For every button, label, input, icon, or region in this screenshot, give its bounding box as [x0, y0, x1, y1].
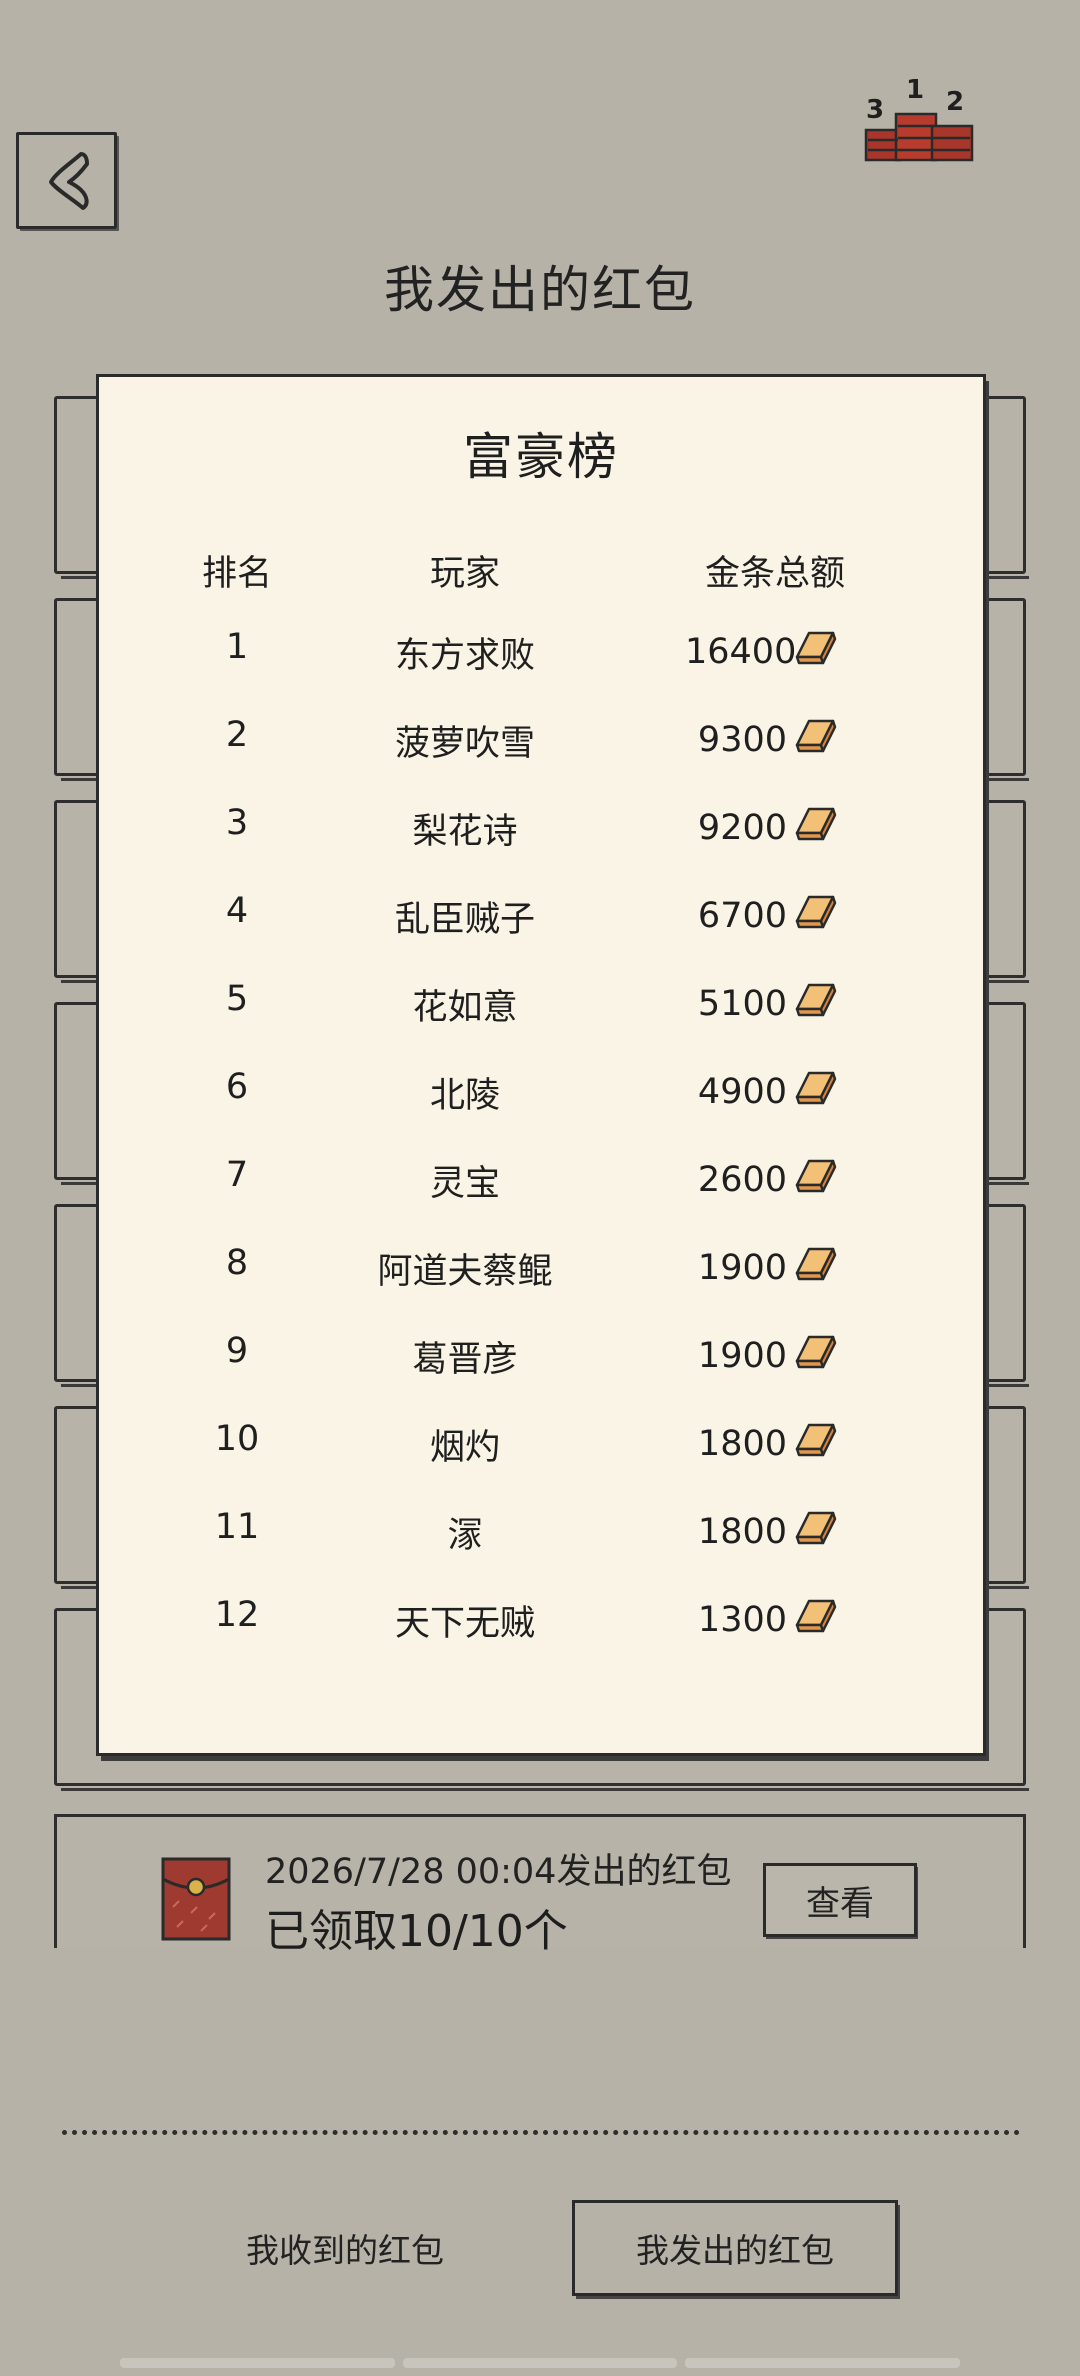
- row-amount-value: 1800: [697, 1511, 787, 1552]
- row-amount: 1800: [685, 1419, 945, 1468]
- row-amount-value: 1800: [697, 1423, 787, 1464]
- leaderboard-row: 11 溕 1800: [99, 1507, 983, 1567]
- leaderboard-title: 富豪榜: [463, 428, 619, 486]
- row-rank: 7: [225, 1155, 249, 1195]
- row-amount: 4900: [685, 1067, 945, 1116]
- row-amount: 6700: [685, 891, 945, 940]
- row-player: 阿道夫蔡鲲: [377, 1252, 553, 1292]
- leaderboard-row: 1 东方求败 16400: [99, 627, 983, 687]
- leaderboard-row: 12 天下无贼 1300: [99, 1595, 983, 1655]
- row-amount-value: 6700: [697, 895, 787, 936]
- record-claimed-count: 已领取10/10个: [265, 1906, 568, 1957]
- gold-bar-icon: [793, 1067, 837, 1116]
- row-rank: 12: [214, 1595, 260, 1635]
- row-player: 东方求败: [394, 636, 535, 676]
- leaderboard-row: 7 灵宝 2600: [99, 1155, 983, 1215]
- row-amount-value: 16400: [685, 631, 797, 672]
- tab-sent[interactable]: 我发出的红包: [572, 2200, 898, 2296]
- row-player: 溕: [447, 1516, 483, 1556]
- row-amount: 16400: [685, 627, 945, 676]
- row-player: 葛晋彦: [412, 1340, 518, 1380]
- row-rank: 1: [225, 627, 249, 667]
- leaderboard-header: 排名 玩家 金条总额: [99, 545, 983, 605]
- row-amount: 9200: [685, 803, 945, 852]
- gold-bar-icon: [793, 1155, 837, 1204]
- back-button[interactable]: [16, 132, 117, 229]
- row-amount: 9300: [685, 715, 945, 764]
- row-rank: 11: [214, 1507, 260, 1547]
- row-rank: 10: [214, 1419, 260, 1459]
- leaderboard-row: 5 花如意 5100: [99, 979, 983, 1039]
- row-amount-value: 1300: [697, 1599, 787, 1640]
- row-amount-value: 1900: [697, 1247, 787, 1288]
- gold-bar-icon: [793, 627, 837, 676]
- rank-icon-number-1: 1: [906, 75, 924, 105]
- rank-icon-number-2: 2: [946, 87, 964, 117]
- leaderboard-row: 8 阿道夫蔡鲲 1900: [99, 1243, 983, 1303]
- row-amount: 1900: [685, 1243, 945, 1292]
- leaderboard-icon[interactable]: 3 1 2: [862, 70, 978, 170]
- row-rank: 2: [225, 715, 249, 755]
- row-rank: 4: [225, 891, 249, 931]
- row-amount: 2600: [685, 1155, 945, 1204]
- row-amount: 1800: [685, 1507, 945, 1556]
- row-rank: 9: [225, 1331, 249, 1371]
- row-rank: 6: [225, 1067, 249, 1107]
- row-player: 乱臣贼子: [394, 900, 535, 940]
- row-player: 天下无贼: [394, 1604, 535, 1644]
- leaderboard-row: 9 葛晋彦 1900: [99, 1331, 983, 1391]
- red-packet-record: 2026/7/28 00:04发出的红包 已领取10/10个 查看: [54, 1814, 1026, 1957]
- home-indicator: [120, 2358, 961, 2368]
- row-rank: 3: [225, 803, 249, 843]
- row-amount-value: 4900: [697, 1071, 787, 1112]
- gold-bar-icon: [793, 715, 837, 764]
- row-player: 灵宝: [429, 1164, 500, 1204]
- row-player: 菠萝吹雪: [394, 724, 535, 764]
- leaderboard-row: 10 烟灼 1800: [99, 1419, 983, 1479]
- row-player: 烟灼: [429, 1428, 500, 1468]
- gold-bar-icon: [793, 1243, 837, 1292]
- chevron-left-icon: [48, 151, 89, 210]
- column-rank: 排名: [201, 554, 272, 594]
- page-title: 我发出的红包: [384, 261, 696, 319]
- row-amount: 1900: [685, 1331, 945, 1380]
- leaderboard-panel: 富豪榜 排名 玩家 金条总额 1 东方求败 16400 2 菠萝吹雪 9300 3 梨花诗 92…: [96, 374, 986, 1756]
- gold-bar-icon: [793, 891, 837, 940]
- leaderboard-row: 3 梨花诗 9200: [99, 803, 983, 863]
- gold-bar-icon: [793, 1331, 837, 1380]
- row-amount: 1300: [685, 1595, 945, 1644]
- tab-received[interactable]: 我收到的红包: [182, 2200, 508, 2296]
- gold-bar-icon: [793, 1419, 837, 1468]
- row-player: 梨花诗: [412, 812, 518, 852]
- record-time: 2026/7/28 00:04发出的红包: [265, 1852, 732, 1892]
- gold-bar-icon: [793, 1507, 837, 1556]
- row-rank: 5: [225, 979, 249, 1019]
- row-amount-value: 1900: [697, 1335, 787, 1376]
- gold-bar-icon: [793, 1595, 837, 1644]
- row-player: 北陵: [429, 1076, 500, 1116]
- row-amount: 5100: [685, 979, 945, 1028]
- row-rank: 8: [225, 1243, 249, 1283]
- view-button[interactable]: 查看: [763, 1863, 917, 1937]
- column-player: 玩家: [429, 554, 500, 594]
- leaderboard-row: 2 菠萝吹雪 9300: [99, 715, 983, 775]
- divider: [62, 2130, 1020, 2135]
- row-amount-value: 2600: [697, 1159, 787, 1200]
- rank-icon-number-3: 3: [866, 95, 884, 125]
- row-amount-value: 9300: [697, 719, 787, 760]
- row-player: 花如意: [412, 988, 518, 1028]
- leaderboard-row: 4 乱臣贼子 6700: [99, 891, 983, 951]
- row-amount-value: 5100: [697, 983, 787, 1024]
- row-amount-value: 9200: [697, 807, 787, 848]
- gold-bar-icon: [793, 803, 837, 852]
- red-envelope-icon: [161, 1857, 231, 1941]
- leaderboard-row: 6 北陵 4900: [99, 1067, 983, 1127]
- gold-bar-icon: [793, 979, 837, 1028]
- column-gold-total: 金条总额: [704, 554, 845, 594]
